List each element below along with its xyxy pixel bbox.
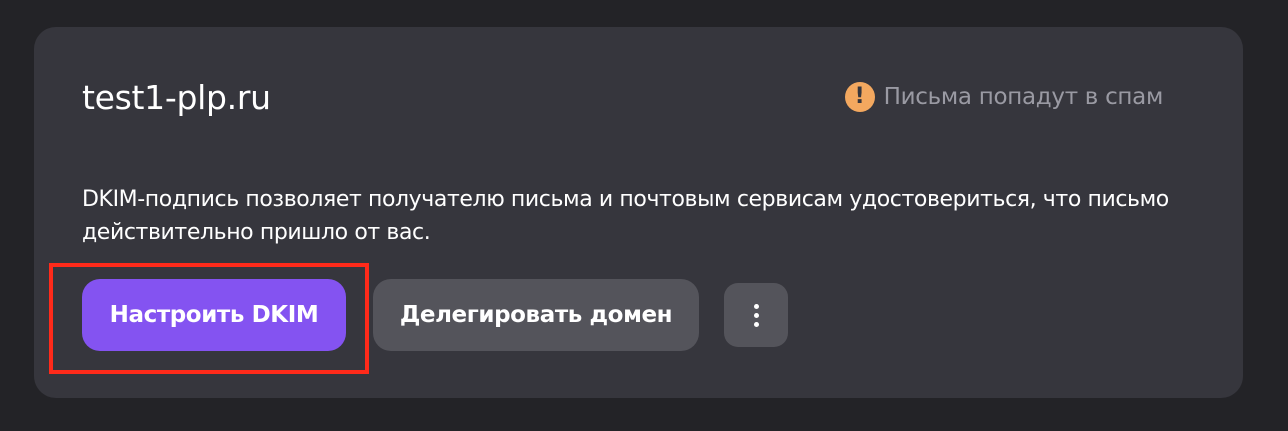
spam-warning: ! Письма попадут в спам	[844, 80, 1164, 114]
card-actions: Настроить DKIM Делегировать домен	[82, 279, 788, 351]
warning-icon: !	[844, 82, 875, 112]
more-vertical-icon	[753, 321, 759, 327]
setup-dkim-button[interactable]: Настроить DKIM	[82, 279, 346, 351]
warning-text: Письма попадут в спам	[883, 84, 1164, 110]
delegate-domain-button[interactable]: Делегировать домен	[373, 279, 699, 351]
more-vertical-icon	[753, 303, 759, 309]
domain-card: test1-plp.ru ! Письма попадут в спам DKI…	[34, 27, 1243, 398]
domain-title: test1-plp.ru	[82, 78, 271, 117]
more-options-button[interactable]	[724, 283, 788, 347]
dkim-description: DKIM-подпись позволяет получателю письма…	[82, 187, 1169, 245]
more-vertical-icon	[753, 312, 759, 318]
